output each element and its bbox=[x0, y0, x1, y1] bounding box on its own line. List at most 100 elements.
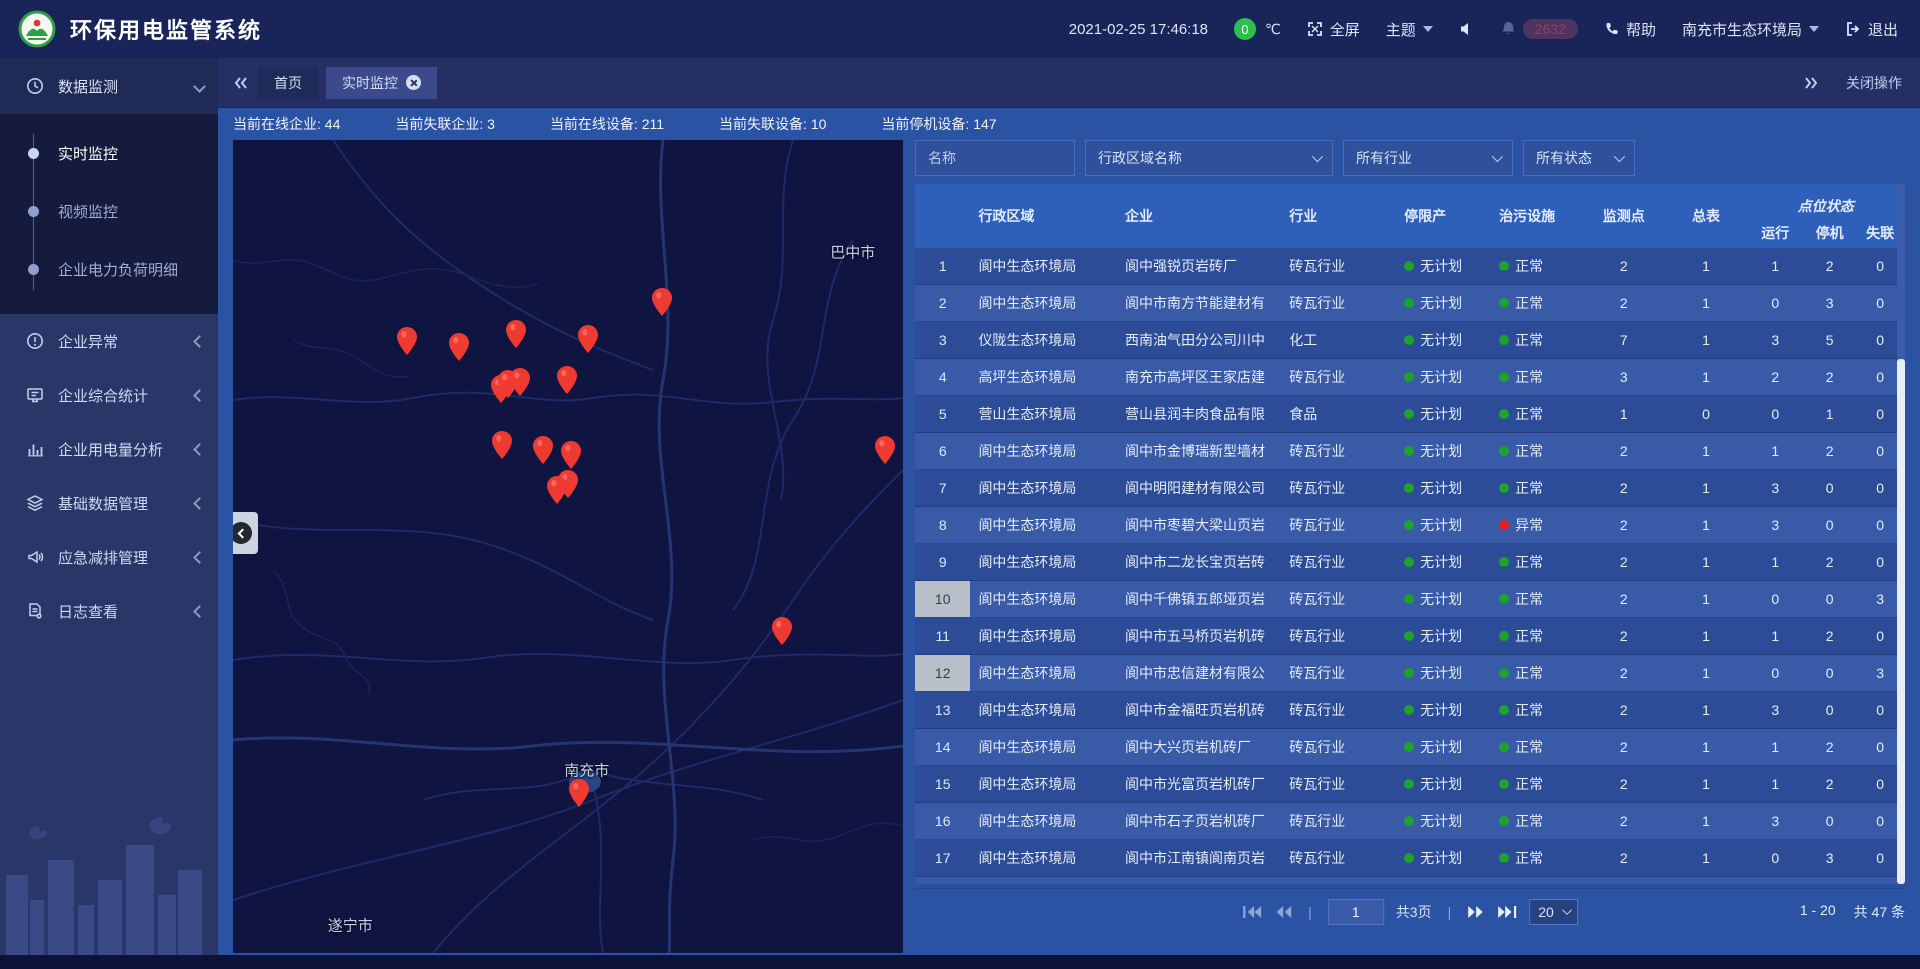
table-row[interactable]: 11阆中生态环境局阆中市五马桥页岩机砖砖瓦行业无计划正常21120 bbox=[915, 618, 1905, 655]
table-row[interactable]: 4高坪生态环境局南充市高坪区王家店建砖瓦行业无计划正常31220 bbox=[915, 359, 1905, 396]
row-points-cell: 7 bbox=[1582, 322, 1665, 358]
theme-dropdown[interactable]: 主题 bbox=[1386, 19, 1433, 40]
table-row[interactable]: 15阆中生态环境局阆中市光富页岩机砖厂砖瓦行业无计划正常21120 bbox=[915, 766, 1905, 803]
mute-button[interactable] bbox=[1459, 21, 1475, 37]
sidebar-subitem-label: 视频监控 bbox=[58, 201, 118, 222]
row-meters-cell: 1 bbox=[1665, 840, 1746, 876]
prev-page-button[interactable] bbox=[1274, 905, 1292, 919]
sidebar-item-label: 数据监测 bbox=[58, 76, 118, 97]
map-pin-icon[interactable] bbox=[874, 436, 895, 464]
table-row[interactable]: 18南部生态环境局南部县新华水泥有限公建材加工无计划正常50050 bbox=[915, 877, 1905, 884]
row-index-cell: 15 bbox=[915, 766, 970, 802]
app-title: 环保用电监管系统 bbox=[70, 13, 262, 45]
row-index-cell: 2 bbox=[915, 285, 970, 321]
sidebar-subitem-企业电力负荷明细[interactable]: 企业电力负荷明细 bbox=[0, 240, 218, 298]
map-city-label-巴中市: 巴中市 bbox=[830, 242, 875, 263]
status-text: 正常 bbox=[1515, 663, 1543, 683]
sidebar-subitem-实时监控[interactable]: 实时监控 bbox=[0, 124, 218, 182]
map-pin-icon[interactable] bbox=[651, 288, 672, 316]
map-pin-icon[interactable] bbox=[448, 333, 469, 361]
table-row[interactable]: 3仪陇生态环境局西南油气田分公司川中化工无计划正常71350 bbox=[915, 322, 1905, 359]
map-pin-icon[interactable] bbox=[397, 327, 418, 355]
row-plan-cell: 无计划 bbox=[1396, 877, 1491, 884]
row-facility-cell: 正常 bbox=[1491, 803, 1582, 839]
map-pin-icon[interactable] bbox=[557, 366, 578, 394]
notifications[interactable]: 2632 bbox=[1501, 19, 1578, 39]
table-scrollbar[interactable] bbox=[1897, 184, 1905, 884]
sidebar-item-日志查看[interactable]: 日志查看 bbox=[0, 584, 218, 638]
close-tab-icon[interactable] bbox=[406, 75, 421, 90]
sidebar-item-企业异常[interactable]: 企业异常 bbox=[0, 314, 218, 368]
page-size-select[interactable]: 20 bbox=[1529, 899, 1578, 925]
tab-home[interactable]: 首页 bbox=[258, 67, 318, 99]
table-row[interactable]: 7阆中生态环境局阆中明阳建材有限公司砖瓦行业无计划正常21300 bbox=[915, 470, 1905, 507]
table-row[interactable]: 5营山生态环境局营山县润丰肉食品有限食品无计划正常10010 bbox=[915, 396, 1905, 433]
table-row[interactable]: 6阆中生态环境局阆中市金博瑞新型墙材砖瓦行业无计划正常21120 bbox=[915, 433, 1905, 470]
monitor-stats-icon bbox=[26, 386, 44, 404]
row-meters-cell: 1 bbox=[1665, 692, 1746, 728]
total-pages-label: 共3页 bbox=[1396, 902, 1432, 922]
status-green-dot-icon bbox=[1499, 742, 1509, 752]
row-industry-cell: 砖瓦行业 bbox=[1281, 507, 1396, 543]
table-row[interactable]: 13阆中生态环境局阆中市金福旺页岩机砖砖瓦行业无计划正常21300 bbox=[915, 692, 1905, 729]
row-index-cell: 5 bbox=[915, 396, 970, 432]
org-dropdown[interactable]: 南充市生态环境局 bbox=[1682, 19, 1819, 40]
map-pin-icon[interactable] bbox=[547, 476, 568, 504]
sidebar-item-企业综合统计[interactable]: 企业综合统计 bbox=[0, 368, 218, 422]
sidebar-item-应急减排管理[interactable]: 应急减排管理 bbox=[0, 530, 218, 584]
scrollbar-thumb[interactable] bbox=[1897, 359, 1905, 884]
table-row[interactable]: 17阆中生态环境局阆中市江南镇阆南页岩砖瓦行业无计划正常21030 bbox=[915, 840, 1905, 877]
first-page-button[interactable] bbox=[1242, 905, 1262, 919]
map-pin-icon[interactable] bbox=[578, 325, 599, 353]
name-filter-input[interactable] bbox=[915, 140, 1075, 176]
stat-item: 当前在线设备: 211 bbox=[550, 114, 664, 134]
sidebar-item-数据监测[interactable]: 数据监测 bbox=[0, 58, 218, 114]
sidebar-item-企业用电量分析[interactable]: 企业用电量分析 bbox=[0, 422, 218, 476]
status-text: 正常 bbox=[1515, 367, 1543, 387]
row-facility-cell: 异常 bbox=[1491, 507, 1582, 543]
help-label: 帮助 bbox=[1626, 19, 1656, 40]
map-pin-icon[interactable] bbox=[568, 779, 589, 807]
map-pin-icon[interactable] bbox=[533, 436, 554, 464]
table-row[interactable]: 10阆中生态环境局阆中千佛镇五郎垭页岩砖瓦行业无计划正常21003 bbox=[915, 581, 1905, 618]
table-row[interactable]: 14阆中生态环境局阆中大兴页岩机砖厂砖瓦行业无计划正常21120 bbox=[915, 729, 1905, 766]
tab-realtime-monitor[interactable]: 实时监控 bbox=[326, 67, 437, 99]
region-filter-select[interactable]: 行政区域名称 bbox=[1085, 140, 1333, 176]
row-running-cell: 0 bbox=[1747, 285, 1804, 321]
logout-button[interactable]: 退出 bbox=[1845, 19, 1898, 40]
table-row[interactable]: 16阆中生态环境局阆中市石子页岩机砖厂砖瓦行业无计划正常21300 bbox=[915, 803, 1905, 840]
sidebar-item-基础数据管理[interactable]: 基础数据管理 bbox=[0, 476, 218, 530]
row-facility-cell: 正常 bbox=[1491, 470, 1582, 506]
stat-value: 44 bbox=[325, 116, 341, 132]
map-pin-icon[interactable] bbox=[560, 441, 581, 469]
help-button[interactable]: 帮助 bbox=[1604, 19, 1656, 40]
map-pin-icon[interactable] bbox=[491, 431, 512, 459]
map-pin-icon[interactable] bbox=[505, 320, 526, 348]
map-collapse-button[interactable] bbox=[233, 512, 258, 554]
map-city-label-遂宁市: 遂宁市 bbox=[328, 914, 373, 935]
table-row[interactable]: 9阆中生态环境局阆中市二龙长宝页岩砖砖瓦行业无计划正常21120 bbox=[915, 544, 1905, 581]
table-row[interactable]: 8阆中生态环境局阆中市枣碧大梁山页岩砖瓦行业无计划异常21300 bbox=[915, 507, 1905, 544]
row-running-cell: 3 bbox=[1747, 692, 1804, 728]
tabs-scroll-right-button[interactable] bbox=[1802, 75, 1820, 91]
close-operations-button[interactable]: 关闭操作 bbox=[1846, 73, 1902, 93]
table-row[interactable]: 12阆中生态环境局阆中市忠信建材有限公砖瓦行业无计划正常21003 bbox=[915, 655, 1905, 692]
status-green-dot-icon bbox=[1404, 816, 1414, 826]
row-index-cell: 4 bbox=[915, 359, 970, 395]
table-row[interactable]: 1阆中生态环境局阆中强锐页岩砖厂砖瓦行业无计划正常21120 bbox=[915, 248, 1905, 285]
industry-filter-select[interactable]: 所有行业 bbox=[1343, 140, 1513, 176]
sidebar-subitem-视频监控[interactable]: 视频监控 bbox=[0, 182, 218, 240]
tab-label: 实时监控 bbox=[342, 73, 398, 93]
stat-item: 当前在线企业: 44 bbox=[233, 114, 340, 134]
map-panel[interactable]: 巴中市南充市遂宁市 bbox=[233, 140, 903, 953]
map-pin-icon[interactable] bbox=[771, 617, 792, 645]
row-points-cell: 5 bbox=[1582, 877, 1665, 884]
table-row[interactable]: 2阆中生态环境局阆中市南方节能建材有砖瓦行业无计划正常21030 bbox=[915, 285, 1905, 322]
next-page-button[interactable] bbox=[1467, 905, 1485, 919]
page-number-input[interactable] bbox=[1328, 899, 1384, 925]
tabs-scroll-left-button[interactable] bbox=[232, 75, 250, 91]
status-filter-select[interactable]: 所有状态 bbox=[1523, 140, 1635, 176]
map-pin-icon[interactable] bbox=[509, 368, 530, 396]
last-page-button[interactable] bbox=[1497, 905, 1517, 919]
fullscreen-button[interactable]: 全屏 bbox=[1307, 19, 1360, 40]
